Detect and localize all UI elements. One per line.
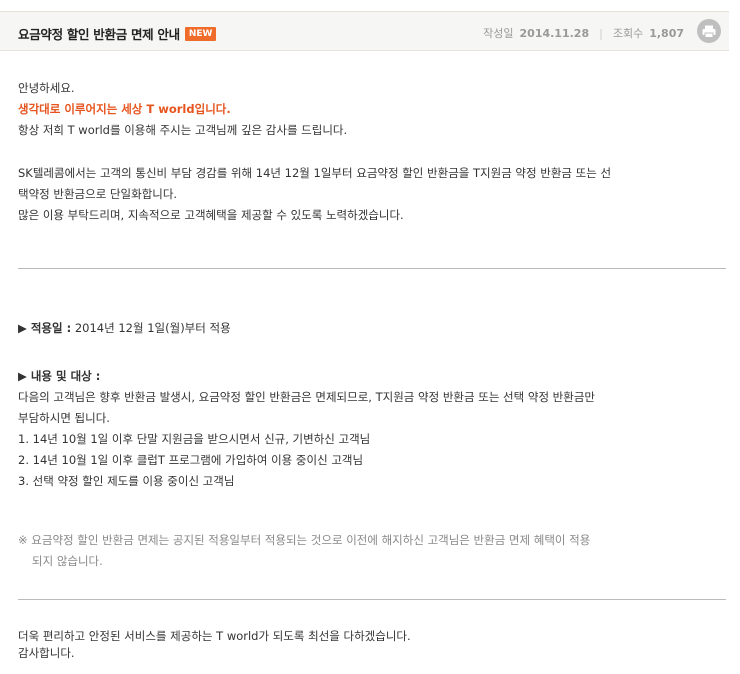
closing-section: 더욱 편리하고 안정된 서비스를 제공하는 T world가 되도록 최선을 다… [18, 628, 723, 662]
closing-line-1: 더욱 편리하고 안정된 서비스를 제공하는 T world가 되도록 최선을 다… [18, 629, 411, 643]
note-line-1: ※ 요금약정 할인 반환금 면제는 공지된 적용일부터 적용되는 것으로 이전에… [18, 533, 591, 547]
thanks-text: 항상 저희 T world를 이용해 주시는 고객님께 깊은 감사를 드립니다. [18, 123, 348, 137]
date-value: 2014.11.28 [519, 26, 590, 40]
note-line-2: 되지 않습니다. [32, 554, 103, 568]
divider-bottom [18, 599, 726, 600]
target-item-2: 2. 14년 10월 1일 이후 클럽T 프로그램에 가입하여 이용 중이신 고… [18, 453, 364, 467]
closing-line-2: 감사합니다. [18, 646, 75, 660]
apply-date-value: 2014년 12월 1일(월)부터 적용 [74, 321, 231, 335]
target-item-1: 1. 14년 10월 1일 이후 단말 지원금을 받으시면서 신규, 기변하신 … [18, 432, 371, 446]
apply-date-section: ▶ 적용일 : 2014년 12월 1일(월)부터 적용 [18, 318, 723, 339]
target-item-3: 3. 선택 약정 할인 제도를 이용 중이신 고객님 [18, 474, 235, 488]
greeting-text: 안녕하세요. [18, 81, 75, 95]
body-line-3: 많은 이용 부탁드리며, 지속적으로 고객혜택을 제공할 수 있도록 노력하겠습… [18, 208, 404, 222]
printer-icon [702, 25, 716, 38]
divider-top [18, 268, 726, 269]
views-value: 1,807 [649, 26, 684, 40]
new-badge: NEW [184, 26, 217, 41]
target-desc-1: 다음의 고객님은 향후 반환금 발생시, 요금약정 할인 반환금은 면제되므로,… [18, 390, 596, 404]
meta-separator: | [599, 26, 603, 40]
target-label: ▶ 내용 및 대상 : [18, 369, 101, 383]
notice-header: 요금약정 할인 반환금 면제 안내 NEW 작성일 2014.11.28 | 조… [0, 11, 729, 51]
target-section: ▶ 내용 및 대상 : 다음의 고객님은 향후 반환금 발생시, 요금약정 할인… [18, 366, 723, 492]
notice-title: 요금약정 할인 반환금 면제 안내 [18, 27, 180, 42]
print-button[interactable] [697, 19, 721, 43]
views-label: 조회수 [612, 27, 644, 40]
title-wrap: 요금약정 할인 반환금 면제 안내 NEW [18, 24, 217, 43]
target-desc-2: 부담하시면 됩니다. [18, 411, 110, 425]
body-line-1: SK텔레콤에서는 고객의 통신비 부담 경감를 위해 14년 12월 1일부터 … [18, 166, 612, 180]
notice-meta: 작성일 2014.11.28 | 조회수 1,807 [483, 25, 684, 41]
slogan-text: 생각대로 이루어지는 세상 T world입니다. [18, 102, 231, 116]
apply-date-label: ▶ 적용일 : [18, 321, 72, 335]
date-label: 작성일 [483, 27, 514, 40]
body-line-2: 택약정 반환금으로 단일화합니다. [18, 187, 178, 201]
intro-section: 안녕하세요. 생각대로 이루어지는 세상 T world입니다. 항상 저희 T… [18, 78, 718, 226]
note-section: ※ 요금약정 할인 반환금 면제는 공지된 적용일부터 적용되는 것으로 이전에… [18, 530, 723, 572]
